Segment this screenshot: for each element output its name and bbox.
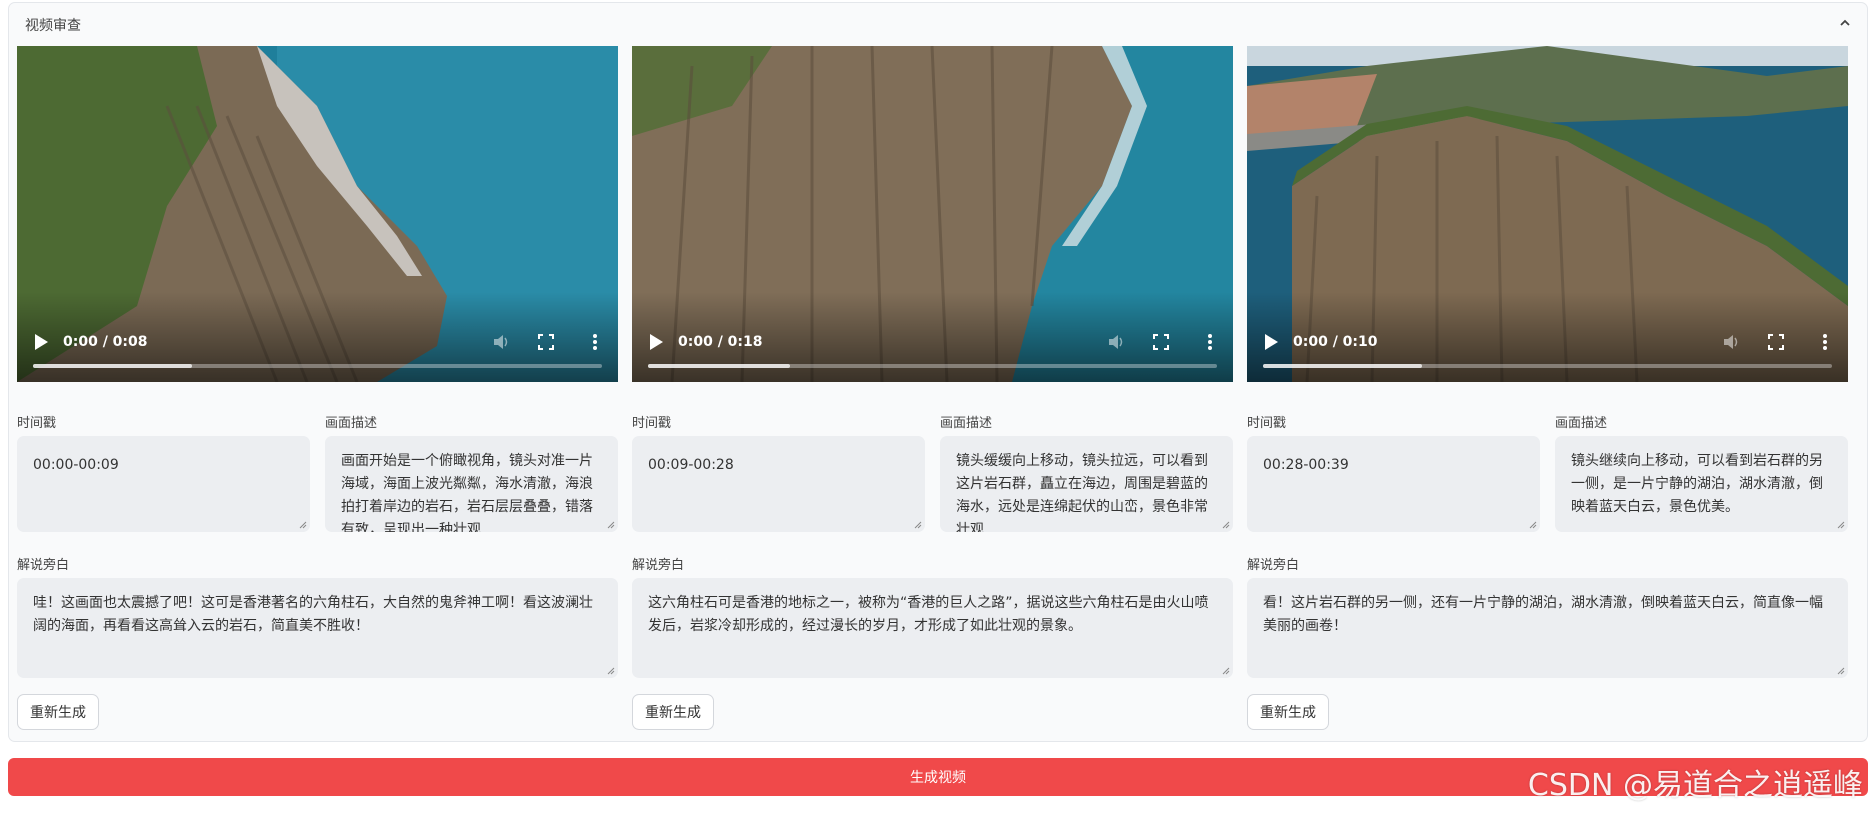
- timestamp-value: 00:00-00:09: [33, 457, 119, 473]
- resize-grip-icon[interactable]: [1837, 521, 1845, 529]
- resize-grip-icon[interactable]: [1837, 667, 1845, 675]
- video-player[interactable]: 0:00 / 0:18: [632, 46, 1233, 382]
- resize-grip-icon[interactable]: [299, 521, 307, 529]
- description-value: 镜头缓缓向上移动，镜头拉远，可以看到这片岩石群，矗立在海边，周围是碧蓝的海水，远…: [956, 453, 1208, 532]
- clip-card-2: 0:00 / 0:18 时间戳 画面描述 00:09-00:28 镜头缓缓向上移…: [632, 46, 1233, 730]
- progress-track[interactable]: [648, 364, 1217, 368]
- timestamp-value: 00:28-00:39: [1263, 457, 1349, 473]
- narration-value: 看！这片岩石群的另一侧，还有一片宁静的湖泊，湖水清澈，倒映着蓝天白云，简直像一幅…: [1263, 595, 1823, 634]
- watermark: CSDN @易道合之逍遥峰: [1527, 768, 1863, 803]
- timestamp-field[interactable]: 00:28-00:39: [1247, 436, 1540, 532]
- video-controls: 0:00 / 0:10: [1247, 312, 1848, 382]
- video-player[interactable]: 0:00 / 0:10: [1247, 46, 1848, 382]
- play-icon[interactable]: [33, 333, 49, 351]
- resize-grip-icon[interactable]: [1222, 521, 1230, 529]
- narration-field[interactable]: 这六角柱石可是香港的地标之一，被称为“香港的巨人之路”，据说这些六角柱石是由火山…: [632, 578, 1233, 678]
- clip-card-3: 0:00 / 0:10 时间戳 画面描述 00:28-00:39 镜头继续向上移…: [1247, 46, 1848, 730]
- timestamp-label: 时间戳: [1247, 416, 1287, 431]
- video-time: 0:00 / 0:10: [1293, 334, 1378, 350]
- description-field[interactable]: 画面开始是一个俯瞰视角，镜头对准一片海域，海面上波光粼粼，海水清澈，海浪拍打着岸…: [325, 436, 618, 532]
- narration-field[interactable]: 哇！这画面也太震撼了吧！这可是香港著名的六角柱石，大自然的鬼斧神工啊！看这波澜壮…: [17, 578, 618, 678]
- clip-card-1: 0:00 / 0:08 时间戳 画面描述 00:00-00:09 画面开始是一个…: [17, 46, 618, 730]
- volume-icon[interactable]: [1722, 333, 1740, 351]
- resize-grip-icon[interactable]: [1222, 667, 1230, 675]
- description-value: 画面开始是一个俯瞰视角，镜头对准一片海域，海面上波光粼粼，海水清澈，海浪拍打着岸…: [341, 453, 593, 532]
- video-time: 0:00 / 0:18: [678, 334, 763, 350]
- description-value: 镜头继续向上移动，可以看到岩石群的另一侧，是一片宁静的湖泊，湖水清澈，倒映着蓝天…: [1571, 453, 1823, 515]
- video-controls: 0:00 / 0:08: [17, 312, 618, 382]
- timestamp-label: 时间戳: [632, 416, 672, 431]
- more-options-icon[interactable]: [1822, 333, 1828, 351]
- narration-label: 解说旁白: [1247, 558, 1300, 573]
- description-label: 画面描述: [325, 416, 378, 431]
- chevron-up-icon[interactable]: [1837, 15, 1853, 31]
- narration-value: 哇！这画面也太震撼了吧！这可是香港著名的六角柱石，大自然的鬼斧神工啊！看这波澜壮…: [33, 595, 593, 634]
- video-player[interactable]: 0:00 / 0:08: [17, 46, 618, 382]
- narration-label: 解说旁白: [17, 558, 70, 573]
- resize-grip-icon[interactable]: [607, 521, 615, 529]
- volume-icon[interactable]: [1107, 333, 1125, 351]
- description-field[interactable]: 镜头缓缓向上移动，镜头拉远，可以看到这片岩石群，矗立在海边，周围是碧蓝的海水，远…: [940, 436, 1233, 532]
- more-options-icon[interactable]: [1207, 333, 1213, 351]
- timestamp-value: 00:09-00:28: [648, 457, 734, 473]
- play-icon[interactable]: [648, 333, 664, 351]
- progress-track[interactable]: [1263, 364, 1832, 368]
- regenerate-button[interactable]: 重新生成: [632, 694, 714, 730]
- fullscreen-icon[interactable]: [1153, 334, 1169, 350]
- regenerate-button[interactable]: 重新生成: [1247, 694, 1329, 730]
- fullscreen-icon[interactable]: [1768, 334, 1784, 350]
- resize-grip-icon[interactable]: [607, 667, 615, 675]
- video-controls: 0:00 / 0:18: [632, 312, 1233, 382]
- resize-grip-icon[interactable]: [1529, 521, 1537, 529]
- timestamp-field[interactable]: 00:09-00:28: [632, 436, 925, 532]
- progress-track[interactable]: [33, 364, 602, 368]
- regenerate-button[interactable]: 重新生成: [17, 694, 99, 730]
- narration-value: 这六角柱石可是香港的地标之一，被称为“香港的巨人之路”，据说这些六角柱石是由火山…: [648, 595, 1209, 634]
- play-icon[interactable]: [1263, 333, 1279, 351]
- description-field[interactable]: 镜头继续向上移动，可以看到岩石群的另一侧，是一片宁静的湖泊，湖水清澈，倒映着蓝天…: [1555, 436, 1848, 532]
- timestamp-field[interactable]: 00:00-00:09: [17, 436, 310, 532]
- panel-title: 视频审查: [25, 18, 81, 34]
- narration-field[interactable]: 看！这片岩石群的另一侧，还有一片宁静的湖泊，湖水清澈，倒映着蓝天白云，简直像一幅…: [1247, 578, 1848, 678]
- description-label: 画面描述: [940, 416, 993, 431]
- more-options-icon[interactable]: [592, 333, 598, 351]
- description-label: 画面描述: [1555, 416, 1608, 431]
- video-time: 0:00 / 0:08: [63, 334, 148, 350]
- volume-icon[interactable]: [492, 333, 510, 351]
- resize-grip-icon[interactable]: [914, 521, 922, 529]
- timestamp-label: 时间戳: [17, 416, 57, 431]
- narration-label: 解说旁白: [632, 558, 685, 573]
- fullscreen-icon[interactable]: [538, 334, 554, 350]
